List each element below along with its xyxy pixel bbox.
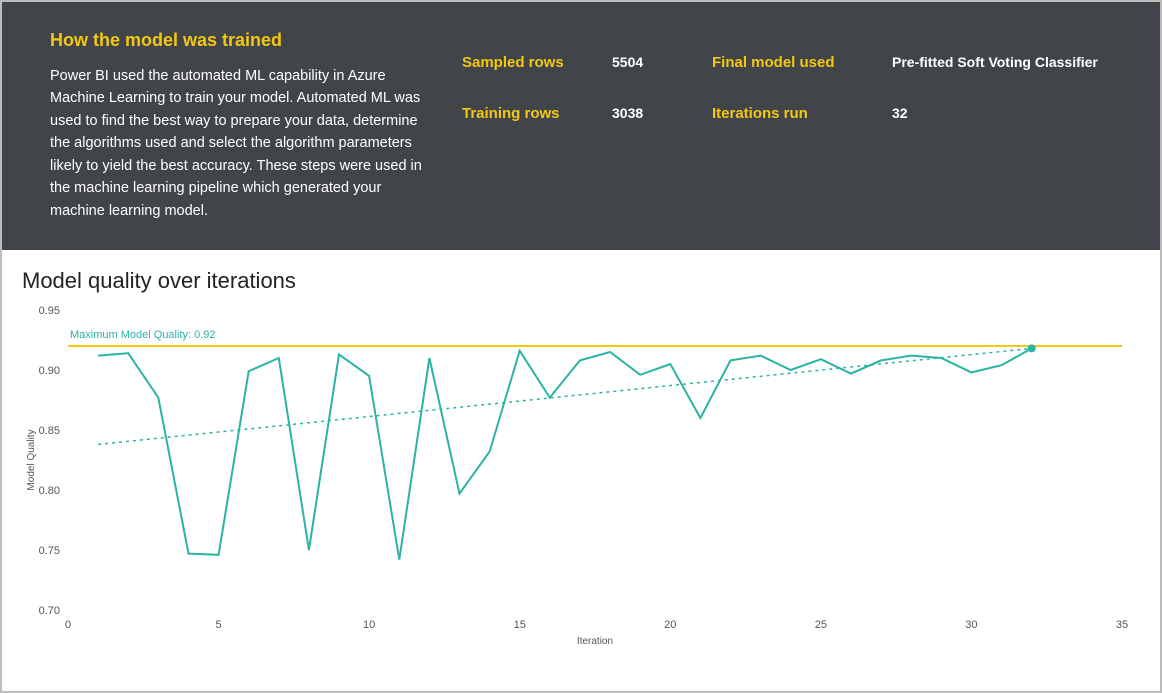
training-summary-panel: How the model was trained Power BI used … xyxy=(2,2,1160,250)
report-page: How the model was trained Power BI used … xyxy=(0,0,1162,693)
y-tick-label: 0.80 xyxy=(39,485,60,497)
y-tick-label: 0.90 xyxy=(39,365,60,377)
x-tick-label: 25 xyxy=(815,619,827,631)
y-tick-label: 0.95 xyxy=(39,305,60,317)
chart-area: 0.70 0.75 0.80 0.85 0.90 0.95 0 5 10 15 20 25 30 35 Ma… xyxy=(22,300,1140,650)
training-summary-text: How the model was trained Power BI used … xyxy=(50,30,462,232)
x-tick-label: 30 xyxy=(965,619,977,631)
training-rows-value: 3038 xyxy=(612,105,702,122)
x-tick-label: 10 xyxy=(363,619,375,631)
iterations-run-value: 32 xyxy=(892,105,1112,122)
training-rows-label: Training rows xyxy=(462,105,602,122)
reference-label: Maximum Model Quality: 0.92 xyxy=(70,329,216,341)
sampled-rows-label: Sampled rows xyxy=(462,54,602,71)
chart-svg: 0.70 0.75 0.80 0.85 0.90 0.95 0 5 10 15 20 25 30 35 Ma… xyxy=(22,300,1140,650)
series-end-marker xyxy=(1028,344,1036,352)
y-axis-label: Model Quality xyxy=(26,429,37,490)
summary-description: Power BI used the automated ML capabilit… xyxy=(50,65,432,222)
x-tick-label: 20 xyxy=(664,619,676,631)
y-tick-label: 0.75 xyxy=(39,545,60,557)
quality-series-line xyxy=(98,348,1032,559)
chart-title: Model quality over iterations xyxy=(22,268,1140,294)
x-tick-label: 0 xyxy=(65,619,71,631)
training-stats-grid: Sampled rows 5504 Final model used Pre-f… xyxy=(462,30,1112,232)
iterations-run-label: Iterations run xyxy=(712,105,882,122)
final-model-value: Pre-fitted Soft Voting Classifier xyxy=(892,54,1112,71)
y-tick-label: 0.85 xyxy=(39,425,60,437)
chart-panel: Model quality over iterations 0.700.750.… xyxy=(2,250,1160,691)
y-tick-label: 0.70 xyxy=(39,605,60,617)
x-tick-label: 15 xyxy=(514,619,526,631)
summary-heading: How the model was trained xyxy=(50,30,432,51)
x-tick-label: 5 xyxy=(216,619,222,631)
sampled-rows-value: 5504 xyxy=(612,54,702,71)
x-axis-label: Iteration xyxy=(577,636,613,647)
final-model-label: Final model used xyxy=(712,54,882,71)
x-tick-label: 35 xyxy=(1116,619,1128,631)
